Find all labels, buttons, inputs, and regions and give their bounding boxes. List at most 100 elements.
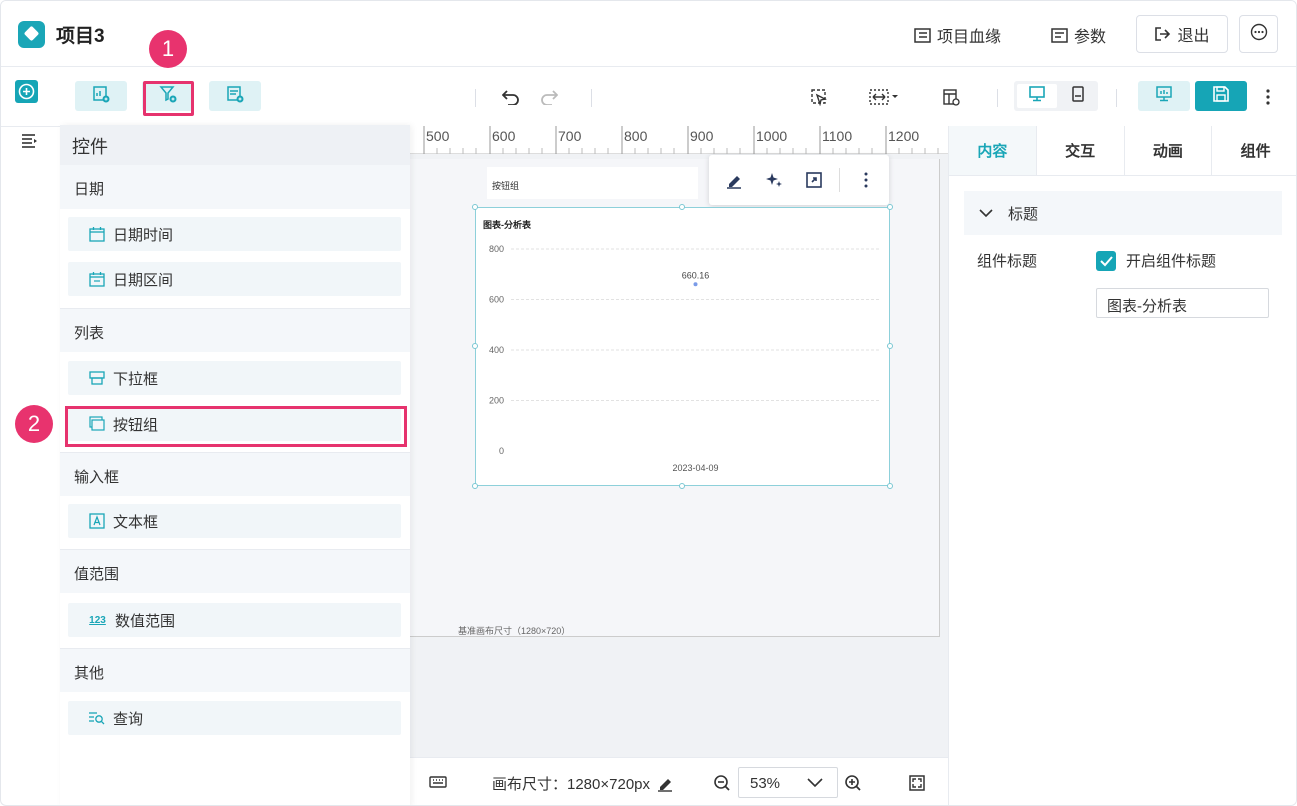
- ruler-tick-label: 1000: [756, 128, 788, 144]
- lineage-button[interactable]: 项目血缘: [914, 20, 1001, 50]
- checkbox-checked-icon: [1096, 250, 1116, 271]
- controls-panel-title: 控件: [60, 125, 410, 165]
- tab-component[interactable]: 组件: [1212, 126, 1296, 175]
- ruler-tick-label: 700: [558, 128, 582, 144]
- calendar-range-icon: [88, 271, 105, 288]
- control-date-range[interactable]: 日期区间: [68, 262, 401, 296]
- exit-label: 退出: [1177, 28, 1210, 45]
- toolbar-divider: [1116, 89, 1117, 107]
- desktop-view-button[interactable]: [1017, 84, 1057, 108]
- query-icon: [88, 710, 105, 727]
- toolbar: [1, 67, 1296, 127]
- chart-plot: 800 600 400 200 0 2023-04-09 660.16: [489, 244, 880, 473]
- desktop-icon: [1028, 85, 1046, 107]
- params-icon: [1051, 27, 1068, 44]
- ruler-tick-label: 600: [492, 128, 516, 144]
- toolbar-divider: [475, 89, 476, 107]
- zoom-value: 53%: [750, 775, 781, 792]
- zoom-out-icon[interactable]: [713, 774, 731, 797]
- group-list: 列表: [60, 308, 410, 352]
- base-canvas-size-label: 基准画布尺寸（1280×720）: [458, 626, 571, 636]
- group-other: 其他: [60, 648, 410, 692]
- resize-handle[interactable]: [472, 483, 478, 489]
- device-switch: [1014, 81, 1098, 111]
- fullscreen-icon[interactable]: [805, 171, 823, 194]
- control-datetime[interactable]: 日期时间: [68, 217, 401, 251]
- lineage-icon: [914, 27, 931, 44]
- project-title: 项目3: [56, 26, 105, 47]
- preview-button[interactable]: [1138, 81, 1190, 111]
- control-dropdown[interactable]: 下拉框: [68, 361, 401, 395]
- redo-icon[interactable]: [539, 87, 559, 107]
- section-label: 标题: [1008, 205, 1039, 223]
- add-chart-button[interactable]: [75, 81, 127, 111]
- control-label: 文本框: [113, 513, 159, 531]
- edit-size-icon[interactable]: [656, 774, 674, 797]
- tab-animation[interactable]: 动画: [1125, 126, 1213, 175]
- button-group-widget[interactable]: 按钮组: [487, 167, 698, 199]
- resize-handle[interactable]: [679, 204, 685, 210]
- resize-handle[interactable]: [472, 204, 478, 210]
- resize-handle[interactable]: [887, 204, 893, 210]
- select-tool-icon[interactable]: [809, 87, 829, 107]
- control-label: 查询: [113, 710, 144, 728]
- title-section-header[interactable]: 标题: [964, 191, 1282, 235]
- params-button[interactable]: 参数: [1051, 20, 1106, 50]
- data-point: [693, 282, 698, 287]
- y-tick-label: 600: [489, 295, 504, 305]
- chevron-down-icon: [806, 776, 824, 794]
- data-label: 660.16: [682, 270, 710, 280]
- resize-handle[interactable]: [472, 343, 478, 349]
- controls-panel: 控件 日期 日期时间 日期区间 列表 下拉框 按钮组 输入框 文本框 值范围 1…: [60, 125, 410, 805]
- more-vertical-icon[interactable]: [1258, 87, 1278, 107]
- control-label: 日期区间: [113, 271, 174, 289]
- zoom-select[interactable]: 53%: [738, 767, 838, 798]
- preview-screen-icon: [1155, 85, 1173, 108]
- save-button[interactable]: [1195, 81, 1247, 111]
- more-options-button[interactable]: [1239, 15, 1278, 53]
- lineage-label: 项目血缘: [937, 29, 1002, 46]
- tablet-view-button[interactable]: [1064, 84, 1092, 108]
- tablet-icon: [1071, 85, 1085, 107]
- exit-button[interactable]: 退出: [1136, 15, 1228, 53]
- params-label: 参数: [1074, 29, 1107, 46]
- ruler-tick-label: 800: [624, 128, 648, 144]
- filter-button-highlight: [143, 81, 194, 116]
- control-textbox[interactable]: 文本框: [68, 504, 401, 538]
- sparkle-icon[interactable]: [765, 171, 783, 194]
- component-floating-toolbar: [709, 155, 889, 205]
- align-distribute-icon[interactable]: [869, 87, 899, 107]
- outline-list-icon[interactable]: [21, 133, 39, 154]
- more-vertical-icon[interactable]: [863, 171, 869, 194]
- component-title-input[interactable]: 图表-分析表: [1096, 288, 1269, 318]
- zoom-in-icon[interactable]: [844, 774, 862, 797]
- project-logo-icon: [18, 21, 45, 48]
- resize-handle[interactable]: [887, 343, 893, 349]
- fit-screen-icon[interactable]: [908, 774, 926, 797]
- keyboard-icon[interactable]: [429, 775, 447, 794]
- control-number-range[interactable]: 123 数值范围: [68, 603, 401, 637]
- add-component-button[interactable]: [209, 81, 261, 111]
- control-label: 下拉框: [113, 370, 159, 388]
- canvas-status-bar: 画布尺寸：1280×720px 53%: [410, 757, 948, 805]
- add-panel-icon[interactable]: [15, 80, 38, 103]
- text-box-icon: [88, 513, 105, 530]
- exit-icon: [1154, 26, 1171, 43]
- tab-interaction[interactable]: 交互: [1037, 126, 1125, 175]
- horizontal-ruler: 500 600 700 800 900 1000 1100 1200: [410, 126, 948, 154]
- layers-settings-icon[interactable]: [941, 87, 961, 107]
- ruler-tick-label: 1200: [888, 128, 920, 144]
- edit-pen-icon[interactable]: [725, 171, 743, 194]
- resize-handle[interactable]: [887, 483, 893, 489]
- control-label: 日期时间: [113, 226, 174, 244]
- resize-handle[interactable]: [679, 483, 685, 489]
- tab-content[interactable]: 内容: [949, 126, 1037, 175]
- save-icon: [1212, 85, 1230, 108]
- control-query[interactable]: 查询: [68, 701, 401, 735]
- chart-widget[interactable]: 图表-分析表 800 600 400 200 0 2023-04-09 660.16: [475, 207, 890, 486]
- canvas-size-label: 画布尺寸：1280×720px: [492, 776, 650, 793]
- undo-icon[interactable]: [501, 87, 521, 107]
- enable-title-checkbox[interactable]: 开启组件标题: [1096, 250, 1216, 271]
- ruler-tick-label: 900: [690, 128, 714, 144]
- button-group-highlight: [65, 406, 407, 447]
